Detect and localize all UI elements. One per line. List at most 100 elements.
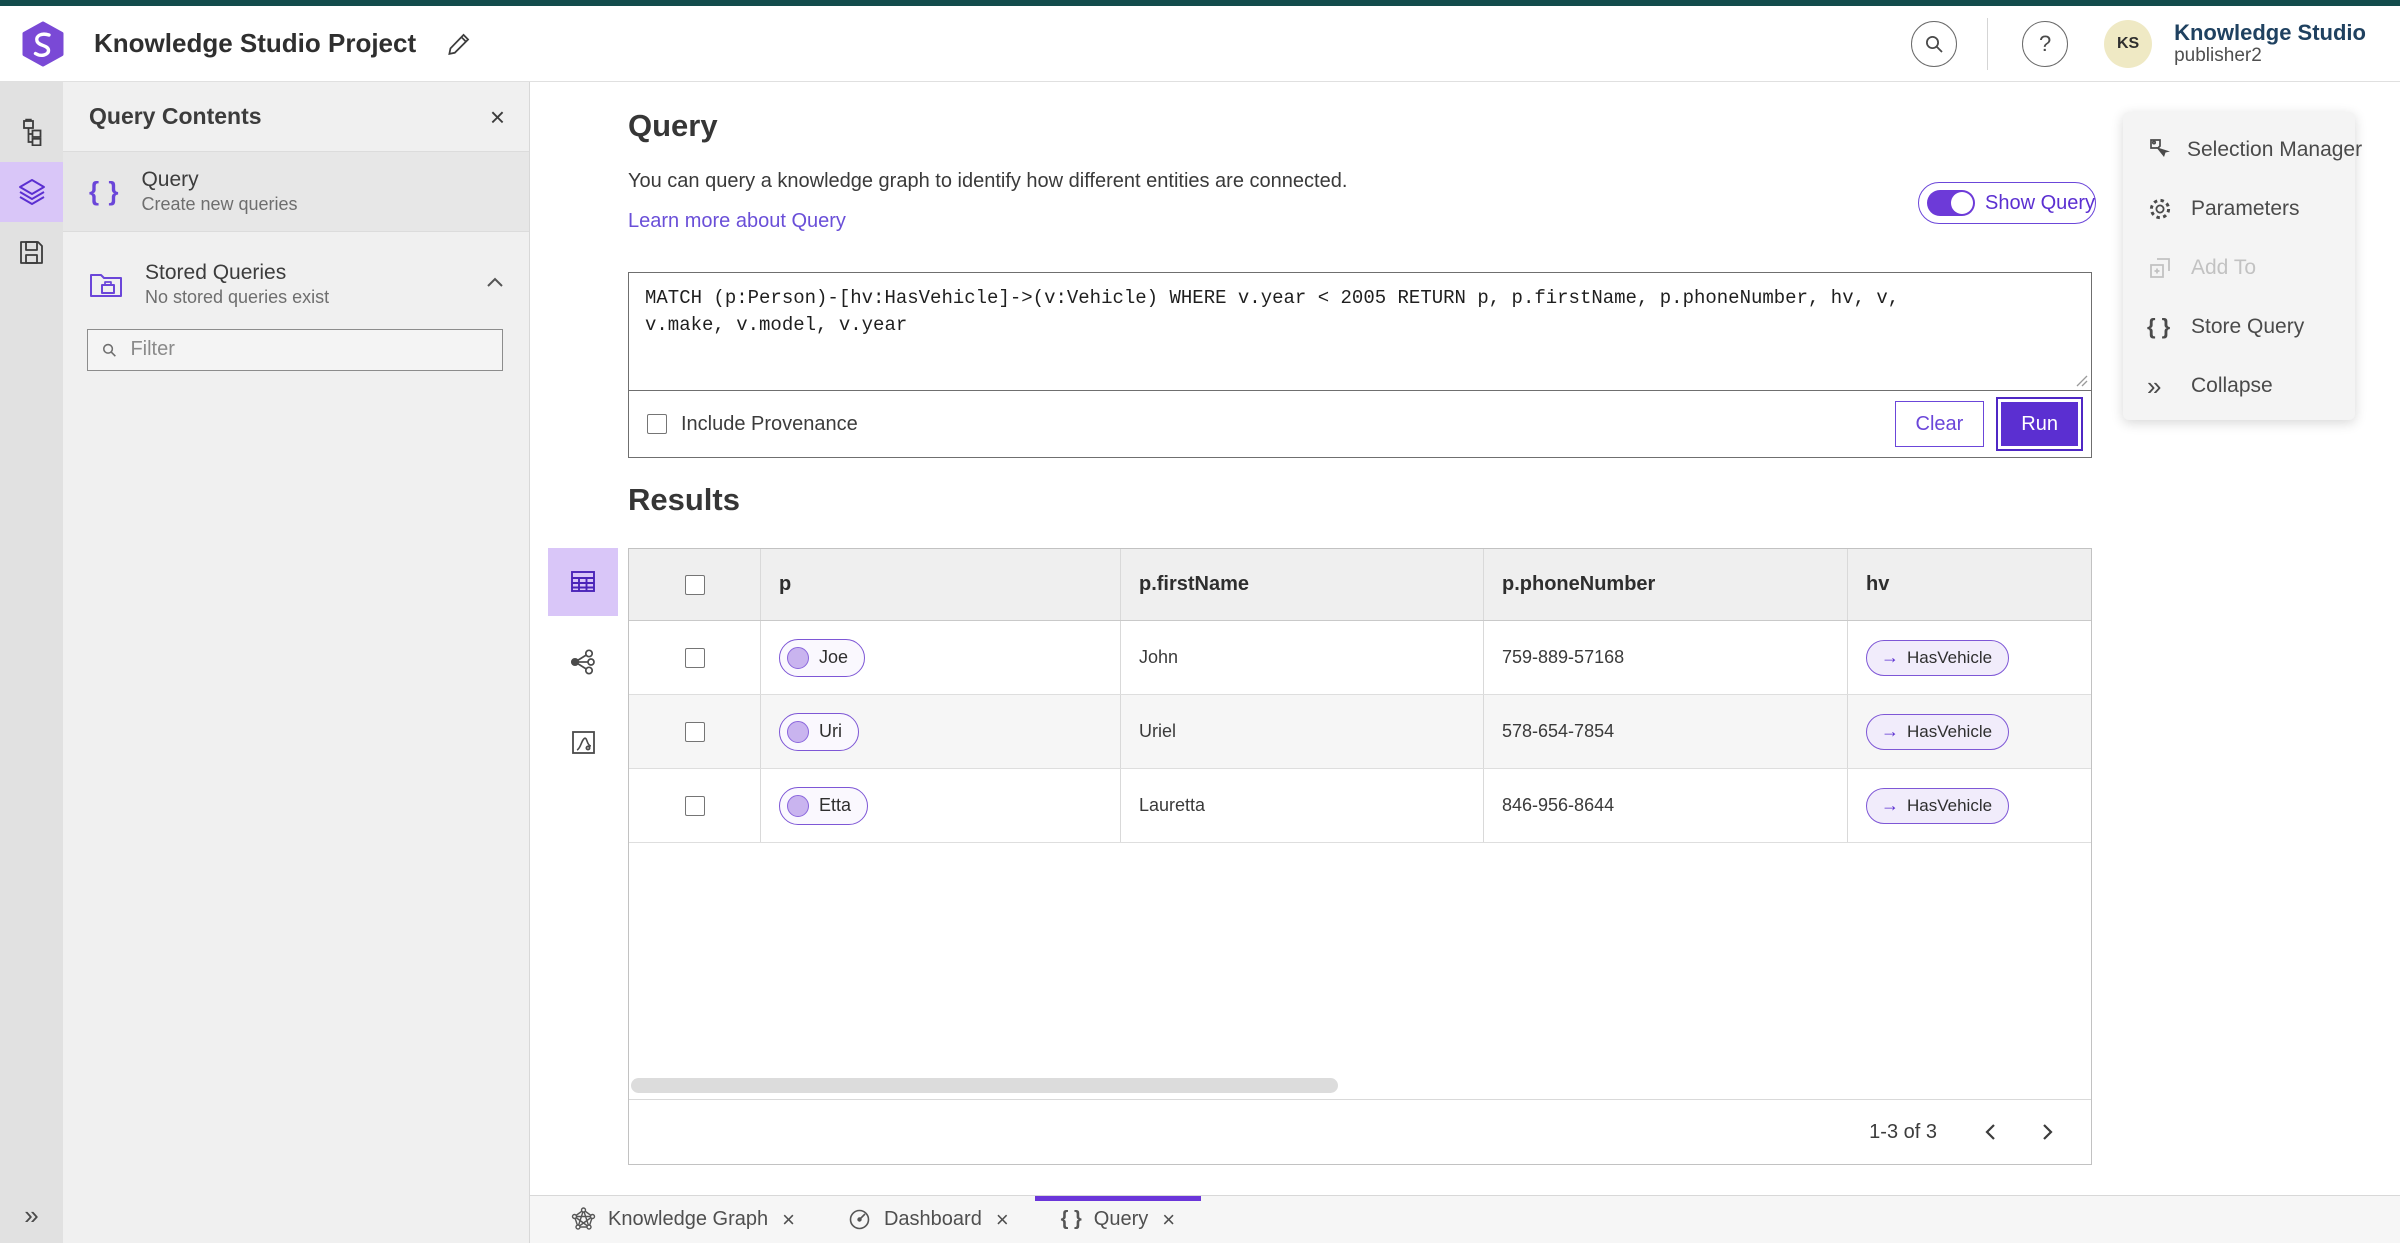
help-icon: ? <box>2038 30 2052 56</box>
selection-manager-icon <box>2147 137 2173 163</box>
cell-phone-number: 759-889-57168 <box>1484 621 1848 694</box>
include-provenance-label: Include Provenance <box>681 412 858 435</box>
folder-icon <box>90 274 122 298</box>
tab-knowledge-graph[interactable]: Knowledge Graph × <box>545 1196 821 1243</box>
run-button[interactable]: Run <box>1996 397 2083 451</box>
store-query-button[interactable]: { } Store Query <box>2123 297 2355 356</box>
relationship-pill[interactable]: → HasVehicle <box>1866 787 2010 824</box>
horizontal-scrollbar[interactable] <box>631 1078 1338 1093</box>
rail-expand-button[interactable]: » <box>0 1195 63 1235</box>
entity-pill[interactable]: Joe <box>779 638 866 677</box>
page-description: You can query a knowledge graph to ident… <box>628 170 1348 192</box>
header-divider <box>1987 17 1989 70</box>
filter-input[interactable] <box>130 338 490 362</box>
cell-first-name: Lauretta <box>1121 769 1484 842</box>
panel-header: Query Contents × <box>63 82 529 152</box>
table-view-button[interactable] <box>548 548 618 616</box>
query-main-area: Query You can query a knowledge graph to… <box>530 82 2400 1195</box>
clear-button[interactable]: Clear <box>1894 401 1985 447</box>
previous-page-button[interactable] <box>1971 1112 2011 1152</box>
collapse-panel-button[interactable]: » Collapse <box>2123 356 2355 415</box>
entity-pill[interactable]: Uri <box>779 712 859 751</box>
gear-icon <box>2147 196 2177 222</box>
add-to-button[interactable]: Add To <box>2123 238 2355 297</box>
table-pagination: 1-3 of 3 <box>629 1099 2091 1164</box>
entity-node-icon <box>787 646 809 669</box>
row-checkbox[interactable] <box>684 647 705 668</box>
relationship-pill[interactable]: → HasVehicle <box>1866 639 2010 676</box>
arrow-right-icon: → <box>1881 647 1899 667</box>
arrow-right-icon: → <box>1881 795 1899 815</box>
row-checkbox[interactable] <box>684 795 705 816</box>
cell-phone-number: 846-956-8644 <box>1484 769 1848 842</box>
chart-view-button[interactable] <box>548 708 618 776</box>
tab-dashboard[interactable]: Dashboard × <box>821 1196 1035 1243</box>
toggle-on-icon <box>1927 190 1975 216</box>
table-row: Uri Uriel 578-654-7854 → HasVehicle <box>629 695 2091 769</box>
panel-title: Query Contents <box>89 103 262 129</box>
selection-manager-button[interactable]: Selection Manager <box>2123 120 2362 179</box>
user-name: Knowledge Studio <box>2174 19 2366 45</box>
table-header-row: p p.firstName p.phoneNumber hv <box>629 549 2091 621</box>
stored-queries-title: Stored Queries <box>145 261 287 284</box>
chart-icon <box>571 730 595 754</box>
close-icon[interactable]: × <box>490 104 505 130</box>
page-title: Query <box>628 108 718 143</box>
network-icon <box>570 649 595 675</box>
query-item-subtitle: Create new queries <box>141 194 298 215</box>
relationship-name: HasVehicle <box>1907 795 1993 815</box>
cell-phone-number: 578-654-7854 <box>1484 695 1848 768</box>
entity-name: Joe <box>819 647 849 667</box>
panel-item-query[interactable]: { } Query Create new queries <box>63 152 529 232</box>
braces-icon: { } <box>89 176 120 206</box>
parameters-button[interactable]: Parameters <box>2123 179 2355 238</box>
user-info: Knowledge Studio publisher2 <box>2174 20 2366 67</box>
double-chevron-right-icon: » <box>24 1199 39 1230</box>
relationship-name: HasVehicle <box>1907 647 1993 667</box>
include-provenance-checkbox[interactable] <box>647 414 667 434</box>
column-header-firstname[interactable]: p.firstName <box>1121 549 1484 620</box>
graph-view-button[interactable] <box>548 628 618 696</box>
table-row: Etta Lauretta 846-956-8644 → HasVehicle <box>629 769 2091 843</box>
help-button[interactable]: ? <box>2022 20 2069 67</box>
chevron-up-icon[interactable] <box>485 275 505 294</box>
show-query-toggle[interactable]: Show Query <box>1918 182 2096 224</box>
tab-query[interactable]: { } Query × <box>1034 1196 1202 1243</box>
app-logo-icon[interactable] <box>20 21 66 67</box>
results-table: p p.firstName p.phoneNumber hv Joe John … <box>628 548 2092 1165</box>
rail-item-layers[interactable] <box>0 162 63 222</box>
select-all-checkbox[interactable] <box>684 574 705 595</box>
column-header-hv[interactable]: hv <box>1848 549 2091 620</box>
table-icon <box>571 571 595 592</box>
bottom-tab-bar: Knowledge Graph × Dashboard × { } Query … <box>530 1195 2400 1243</box>
relationship-name: HasVehicle <box>1907 721 1993 741</box>
table-row: Joe John 759-889-57168 → HasVehicle <box>629 621 2091 695</box>
app-header: Knowledge Studio Project ? KS Knowledge … <box>0 6 2400 82</box>
close-icon[interactable]: × <box>782 1208 795 1231</box>
row-checkbox[interactable] <box>684 721 705 742</box>
user-avatar[interactable]: KS <box>2104 19 2153 68</box>
close-icon[interactable]: × <box>996 1208 1009 1231</box>
rail-item-schema[interactable] <box>0 102 63 162</box>
query-textarea[interactable]: MATCH (p:Person)-[hv:HasVehicle]->(v:Veh… <box>629 273 2091 390</box>
search-button[interactable] <box>1911 20 1958 67</box>
gauge-icon <box>847 1207 872 1232</box>
resize-grip-icon[interactable] <box>2075 374 2088 387</box>
avatar-initials: KS <box>2116 34 2140 52</box>
next-page-button[interactable] <box>2027 1112 2067 1152</box>
learn-more-link[interactable]: Learn more about Query <box>628 210 846 233</box>
column-header-p[interactable]: p <box>761 549 1121 620</box>
edit-title-button[interactable] <box>442 27 476 61</box>
query-editor-box: MATCH (p:Person)-[hv:HasVehicle]->(v:Veh… <box>628 272 2092 458</box>
entity-pill[interactable]: Etta <box>779 786 869 825</box>
entity-node-icon <box>787 720 809 743</box>
stored-queries-section[interactable]: Stored Queries No stored queries exist <box>63 246 529 319</box>
rail-item-save[interactable] <box>0 222 63 282</box>
column-header-phone[interactable]: p.phoneNumber <box>1484 549 1848 620</box>
relationship-pill[interactable]: → HasVehicle <box>1866 713 2010 750</box>
search-icon <box>102 343 116 357</box>
query-actions-panel: Selection Manager Parameters Add To {} … <box>2123 112 2362 420</box>
close-icon[interactable]: × <box>1162 1208 1175 1231</box>
chevron-left-icon <box>1985 1124 1995 1140</box>
braces-icon: { } <box>1060 1208 1082 1230</box>
